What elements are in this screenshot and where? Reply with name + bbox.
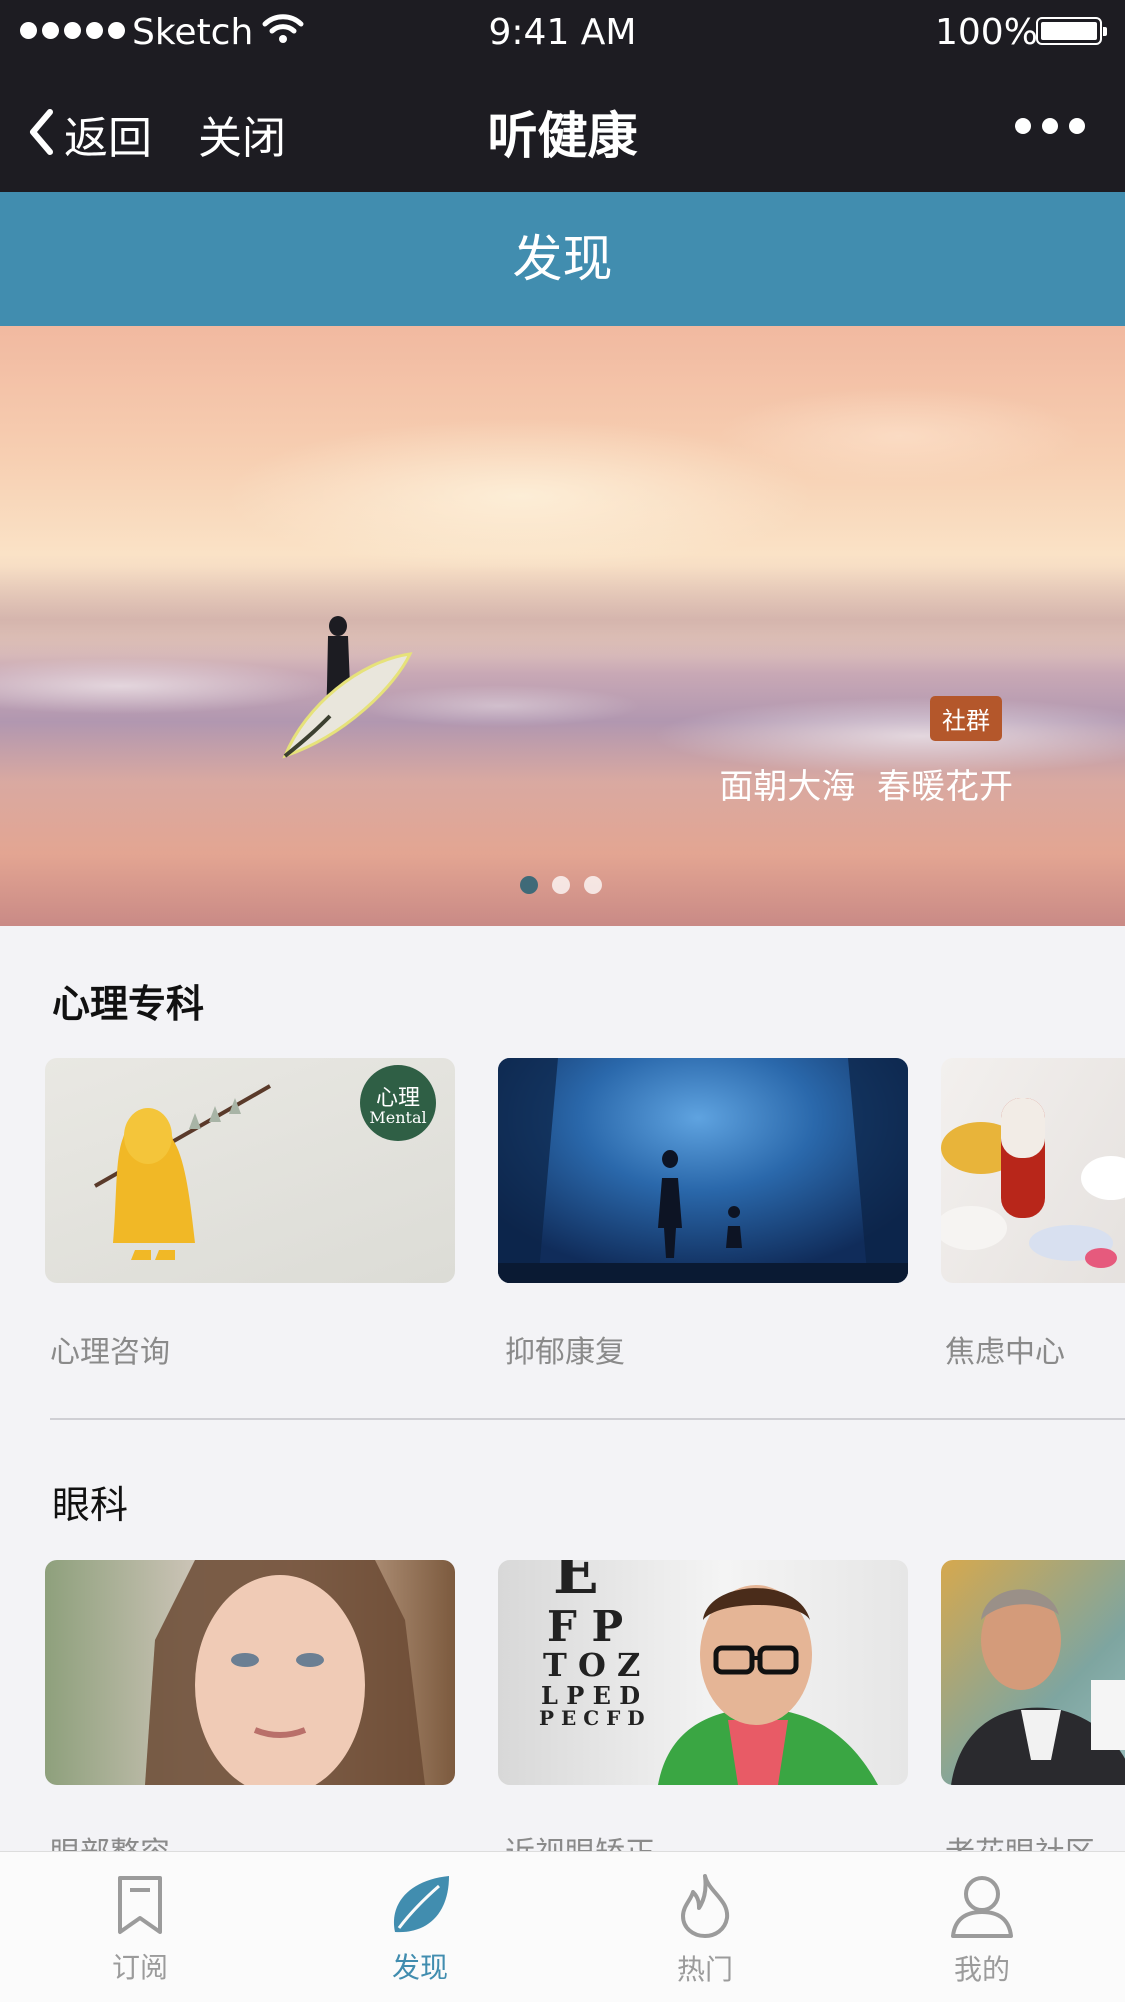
more-options-icon[interactable] — [1015, 118, 1085, 134]
card-depression-recovery[interactable] — [498, 1058, 908, 1283]
page-title: 听健康 — [487, 107, 638, 165]
section-divider — [50, 1418, 1125, 1420]
section-header-title: 发现 — [512, 230, 613, 288]
card-label-depression-recovery[interactable]: 抑郁康复 — [505, 1327, 625, 1371]
category-title-ophthalmology: 眼科 — [52, 1483, 129, 1527]
banner-carousel[interactable]: 社群 面朝大海 春暖花开 — [0, 326, 1125, 926]
community-badge: 社群 — [930, 696, 1002, 741]
tab-profile[interactable]: 我的 — [912, 1874, 1052, 1988]
battery-percentage: 100% — [935, 12, 1038, 53]
ophthalmology-card-row: E F P T O Z L P E D P E C F D — [0, 1560, 1125, 1790]
card-psychological-counseling[interactable]: 心理 Mental — [45, 1058, 455, 1283]
battery-icon — [1036, 17, 1107, 45]
user-icon — [951, 1876, 1013, 1938]
tab-label-profile: 我的 — [953, 1953, 1010, 1986]
tab-label-discover: 发现 — [391, 1951, 448, 1984]
page-dot-3[interactable] — [584, 876, 602, 894]
tab-label-subscribe: 订阅 — [111, 1951, 168, 1984]
card-myopia-correction[interactable]: E F P T O Z L P E D P E C F D — [498, 1560, 908, 1785]
card-badge-bottom: Mental — [369, 1108, 427, 1127]
page-dot-1[interactable] — [520, 876, 538, 894]
page-dot-2[interactable] — [552, 876, 570, 894]
card-presbyopia-community[interactable] — [941, 1560, 1125, 1785]
tab-subscribe[interactable]: 订阅 — [70, 1874, 210, 1986]
status-bar: Sketch 9:41 AM 100% — [0, 0, 1125, 66]
tab-trending[interactable]: 热门 — [635, 1874, 775, 1988]
navigation-bar: 返回 关闭 听健康 — [0, 66, 1125, 192]
tab-label-trending: 热门 — [676, 1953, 733, 1986]
category-title-psychology: 心理专科 — [52, 982, 205, 1026]
bottom-tab-bar: 订阅 发现 热门 我的 — [0, 1851, 1125, 2002]
card-label-psychological-counseling[interactable]: 心理咨询 — [50, 1327, 170, 1371]
psychology-card-row: 心理 Mental — [0, 1058, 1125, 1288]
aquarium-illustration — [498, 1058, 908, 1283]
carousel-page-indicator[interactable] — [520, 876, 602, 894]
surfer-illustration — [282, 616, 413, 759]
pills-illustration — [941, 1098, 1125, 1268]
older-man-photo — [951, 1589, 1125, 1785]
man-with-glasses-photo — [658, 1585, 878, 1785]
section-header: 发现 — [0, 192, 1125, 326]
card-eye-cosmetic-surgery[interactable] — [45, 1560, 455, 1785]
card-label-anxiety-center[interactable]: 焦虑中心 — [945, 1327, 1065, 1371]
bookmark-icon — [118, 1876, 162, 1934]
woman-portrait-photo — [145, 1560, 425, 1785]
leaf-icon — [393, 1876, 449, 1933]
card-anxiety-center[interactable] — [941, 1058, 1125, 1283]
banner-caption: 面朝大海 春暖花开 — [719, 767, 1013, 807]
flame-icon — [681, 1874, 730, 1938]
tab-discover[interactable]: 发现 — [350, 1874, 490, 1986]
